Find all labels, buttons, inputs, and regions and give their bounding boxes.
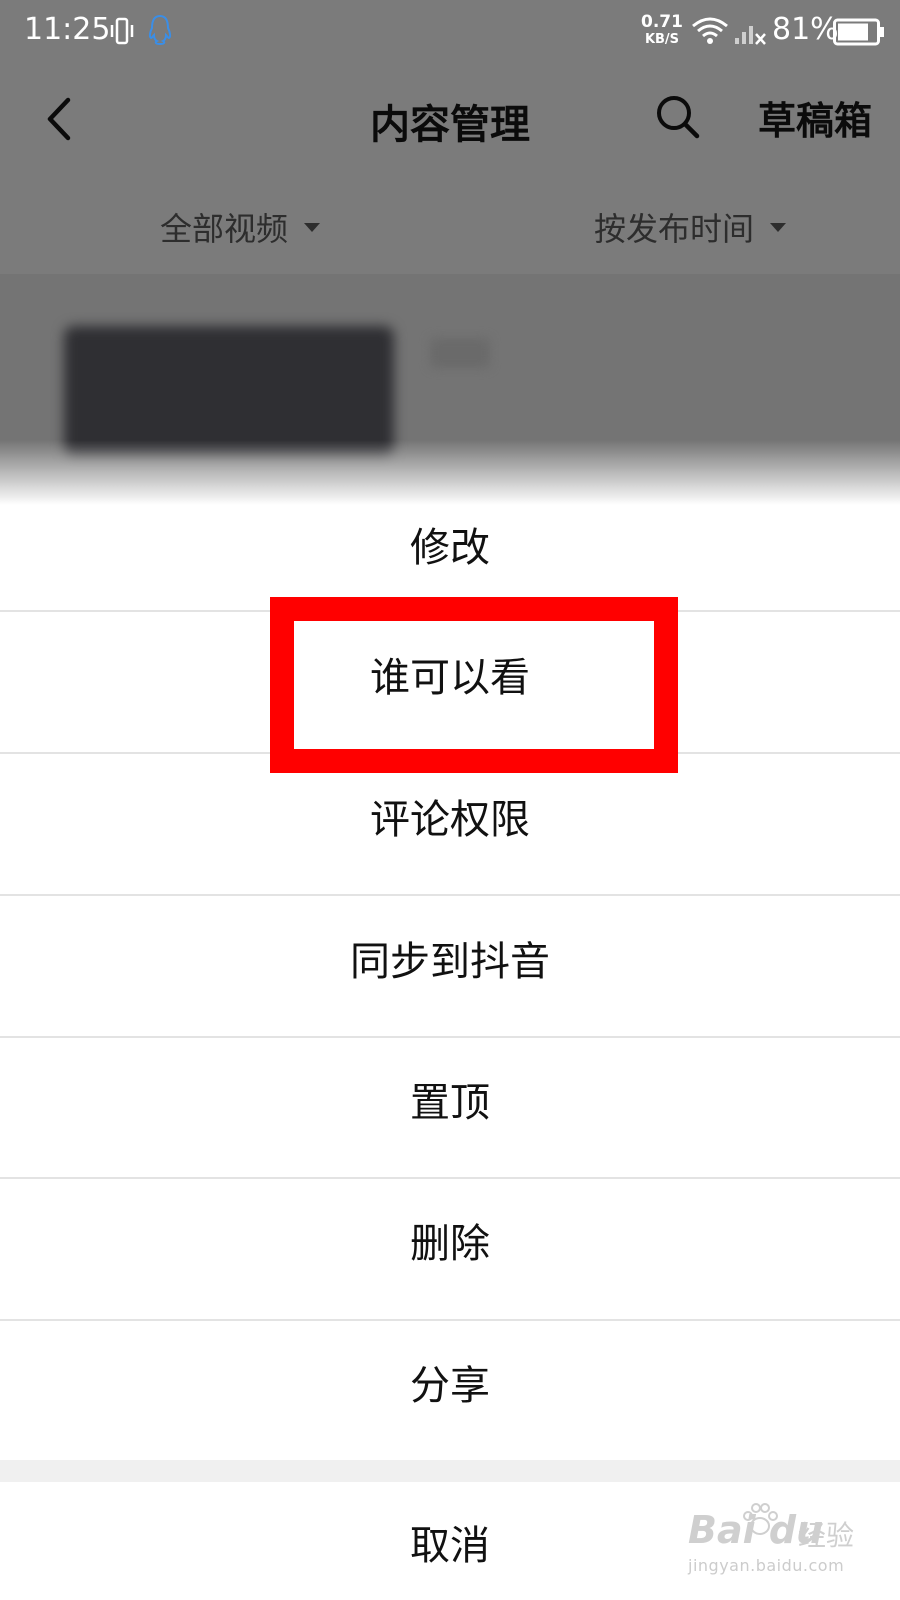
divider [0,894,900,896]
filter-sort-by[interactable]: 按发布时间 [594,204,787,250]
filter-all-videos[interactable]: 全部视频 [160,204,321,250]
dropdown-caret-icon [770,222,787,232]
battery-icon [833,18,884,46]
action-share[interactable]: 分享 [0,1353,900,1411]
watermark-cn: 经验 [798,1519,855,1552]
sheet-gap [0,1460,900,1482]
dimmed-background: 11:25 0.71 KB/S 81% 内容管理 草稿箱 全部视频 按发布时间 [0,0,900,505]
sheet-top-fade [0,440,900,505]
wifi-icon [692,17,728,44]
action-comment-permission[interactable]: 评论权限 [0,787,900,845]
search-icon[interactable] [655,94,701,140]
divider [0,1319,900,1321]
vibrate-icon [110,17,134,45]
baidu-jingyan-watermark: Bai du 经验 jingyan.baidu.com [688,1503,888,1588]
filter-bar: 全部视频 按发布时间 [0,174,900,274]
action-edit[interactable]: 修改 [0,515,900,573]
battery-percent: 81% [772,12,839,47]
divider [0,1036,900,1038]
signal-icon [735,26,766,45]
dropdown-caret-icon [304,222,321,232]
status-time: 11:25 [24,12,111,47]
drafts-button[interactable]: 草稿箱 [758,90,872,145]
network-speed: 0.71 KB/S [640,14,684,48]
video-thumbnail [64,326,394,456]
net-speed-unit: KB/S [644,32,680,47]
filter-sort-by-label: 按发布时间 [594,210,755,248]
status-bar: 11:25 0.71 KB/S 81% [0,0,900,64]
qq-icon [148,14,172,46]
filter-all-videos-label: 全部视频 [160,210,289,248]
watermark-url: jingyan.baidu.com [688,1556,845,1575]
divider [0,1177,900,1179]
paw-icon [743,1503,778,1535]
video-title-blurred [430,338,490,368]
navigation-bar: 内容管理 草稿箱 [0,64,900,174]
action-sync-to-douyin[interactable]: 同步到抖音 [0,929,900,987]
highlight-box [270,597,678,773]
action-delete[interactable]: 删除 [0,1211,900,1269]
net-speed-value: 0.71 [641,12,683,32]
action-pin-to-top[interactable]: 置顶 [0,1070,900,1128]
